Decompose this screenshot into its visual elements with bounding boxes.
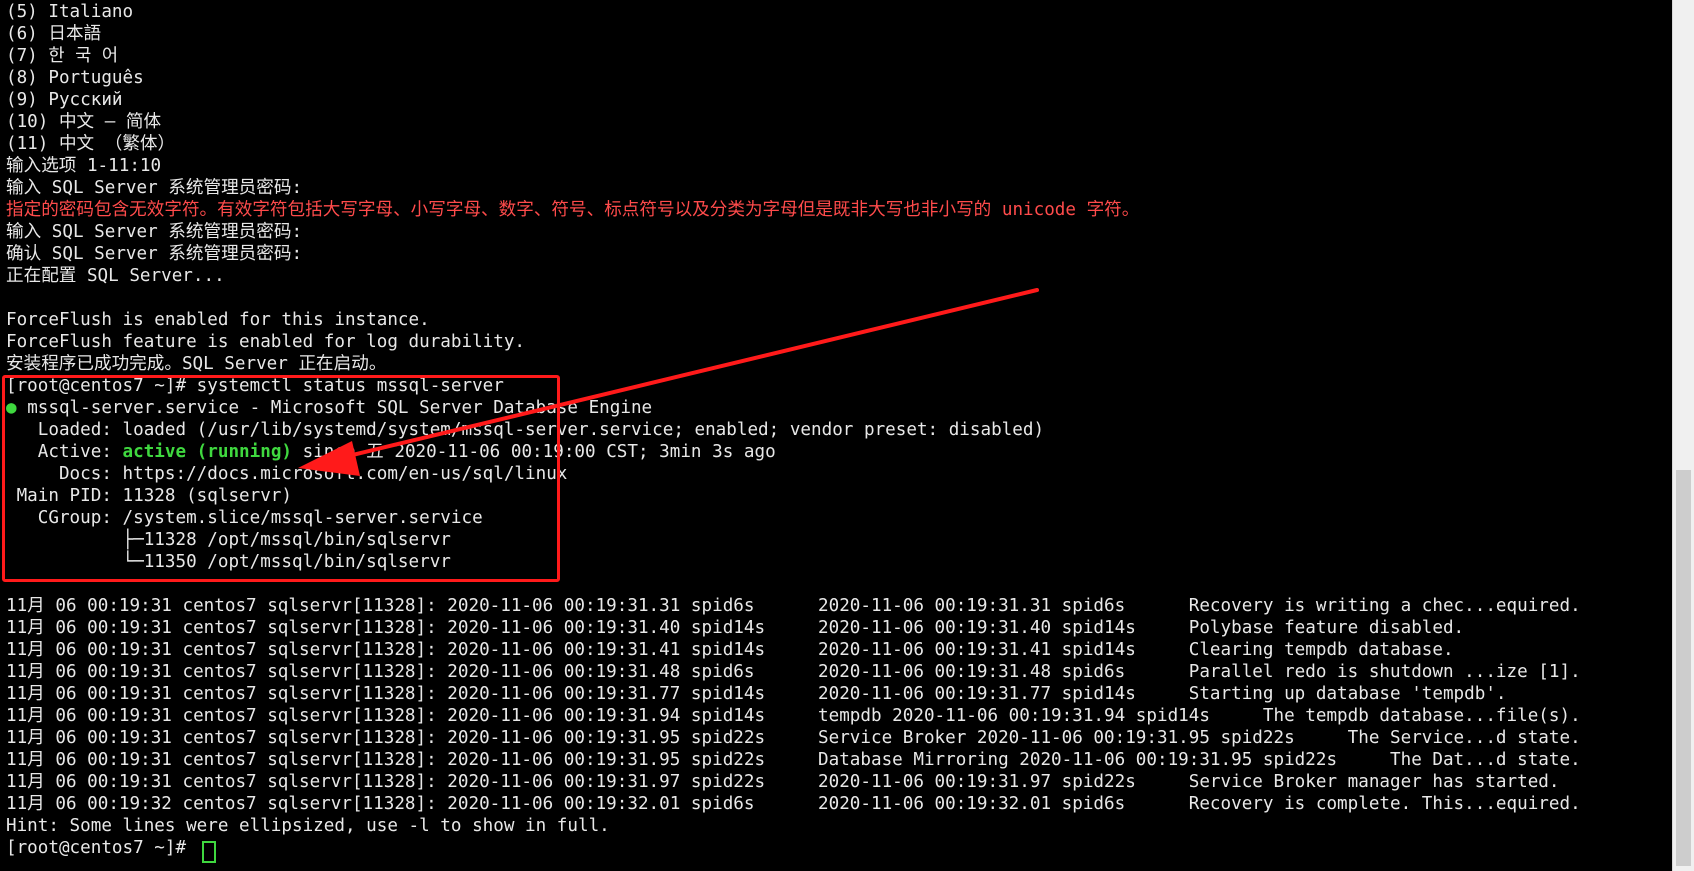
terminal-line: 正在配置 SQL Server... (6, 266, 225, 286)
terminal-line: (10) 中文 – 简体 (6, 112, 162, 132)
scrollbar-thumb[interactable] (1676, 470, 1691, 866)
prompt-line[interactable]: [root@centos7 ~]# (6, 837, 197, 859)
log-line: 11月 06 00:19:31 centos7 sqlservr[11328]:… (6, 684, 1507, 704)
log-line: 11月 06 00:19:31 centos7 sqlservr[11328]:… (6, 772, 1560, 792)
terminal-line: (7) 한 국 어 (6, 46, 119, 66)
terminal-line: (11) 中文 （繁体） (6, 134, 176, 154)
error-message-line: 指定的密码包含无效字符。有效字符包括大写字母、小写字母、数字、符号、标点符号以及… (6, 200, 1140, 220)
log-line: 11月 06 00:19:31 centos7 sqlservr[11328]:… (6, 640, 1454, 660)
terminal-line: (9) Русский (6, 90, 123, 110)
terminal-line: 输入 SQL Server 系统管理员密码: (6, 178, 303, 198)
terminal-line: (6) 日本語 (6, 24, 102, 44)
log-line: 11月 06 00:19:32 centos7 sqlservr[11328]:… (6, 794, 1581, 814)
log-line: 11月 06 00:19:31 centos7 sqlservr[11328]:… (6, 596, 1581, 616)
hint-line: Hint: Some lines were ellipsized, use -l… (6, 816, 610, 836)
terminal-line: 安装程序已成功完成。SQL Server 正在启动。 (6, 354, 387, 374)
log-line: 11月 06 00:19:31 centos7 sqlservr[11328]:… (6, 618, 1465, 638)
terminal-line: ForceFlush is enabled for this instance. (6, 310, 430, 330)
block-cursor-icon (202, 841, 216, 863)
terminal-line: 输入 SQL Server 系统管理员密码: (6, 222, 303, 242)
annotation-highlight-box (2, 375, 560, 582)
log-line: 11月 06 00:19:31 centos7 sqlservr[11328]:… (6, 662, 1581, 682)
terminal-window[interactable]: (5) Italiano (6) 日本語 (7) 한 국 어 (8) Portu… (0, 0, 1672, 871)
vertical-scrollbar[interactable] (1672, 0, 1694, 871)
log-line: 11月 06 00:19:31 centos7 sqlservr[11328]:… (6, 750, 1581, 770)
terminal-line: 确认 SQL Server 系统管理员密码: (6, 244, 303, 264)
terminal-line: (5) Italiano (6, 2, 134, 22)
terminal-line: ForceFlush feature is enabled for log du… (6, 332, 526, 352)
terminal-line: (8) Português (6, 68, 144, 88)
log-line: 11月 06 00:19:31 centos7 sqlservr[11328]:… (6, 706, 1581, 726)
terminal-line: 输入选项 1-11:10 (6, 156, 162, 176)
log-line: 11月 06 00:19:31 centos7 sqlservr[11328]:… (6, 728, 1581, 748)
